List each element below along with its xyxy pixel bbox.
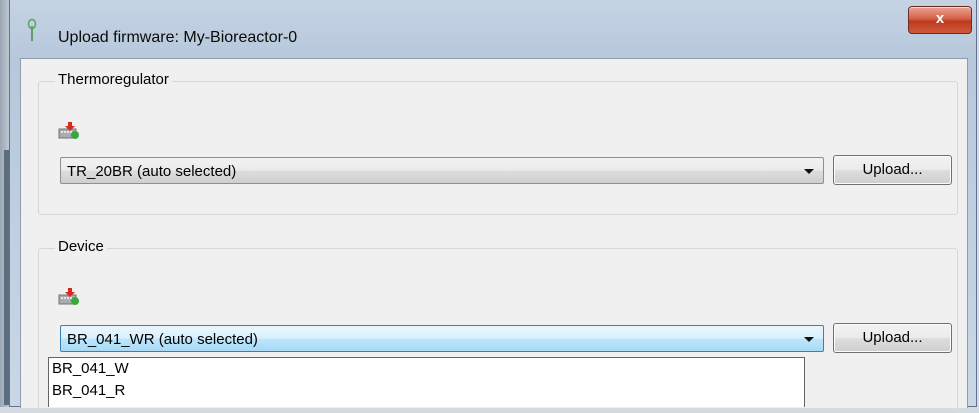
thermoregulator-group: Thermoregulator TR_20BR (auto selected) … bbox=[38, 71, 958, 215]
device-selected-value: BR_041_WR (auto selected) bbox=[67, 331, 258, 348]
title-bar[interactable]: Upload firmware: My-Bioreactor-0 x bbox=[10, 0, 976, 60]
close-button[interactable]: x bbox=[908, 6, 972, 34]
chevron-down-icon[interactable] bbox=[804, 169, 814, 174]
plant-icon bbox=[27, 18, 37, 41]
device-upload-button[interactable]: Upload... bbox=[833, 323, 952, 353]
dropdown-option[interactable]: BR_041_R bbox=[49, 380, 804, 402]
thermoregulator-selected-value: TR_20BR (auto selected) bbox=[67, 163, 237, 180]
device-firmware-select[interactable]: BR_041_WR (auto selected) bbox=[60, 325, 824, 352]
dropdown-option[interactable]: BR_041_W bbox=[49, 358, 804, 380]
chevron-down-icon[interactable] bbox=[804, 337, 814, 342]
firmware-download-icon bbox=[58, 288, 79, 305]
device-firmware-dropdown-list: BR_041_W BR_041_R bbox=[48, 357, 805, 407]
firmware-download-icon bbox=[58, 122, 79, 139]
window-title: Upload firmware: My-Bioreactor-0 bbox=[58, 29, 298, 46]
thermoregulator-legend: Thermoregulator bbox=[55, 71, 172, 88]
thermoregulator-upload-button[interactable]: Upload... bbox=[833, 155, 952, 185]
upload-firmware-dialog: Upload firmware: My-Bioreactor-0 x Therm… bbox=[9, 0, 977, 413]
device-legend: Device bbox=[55, 238, 107, 255]
dialog-client-area: Thermoregulator TR_20BR (auto selected) … bbox=[20, 58, 968, 413]
thermoregulator-firmware-select[interactable]: TR_20BR (auto selected) bbox=[60, 157, 824, 184]
